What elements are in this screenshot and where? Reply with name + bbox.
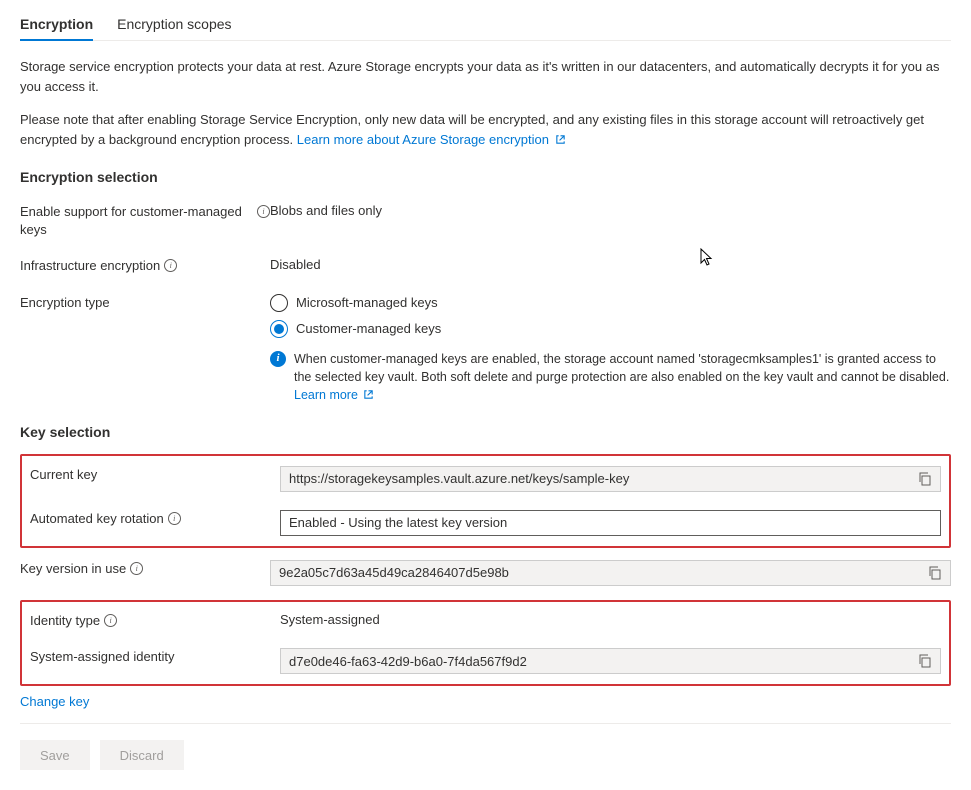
label-cmk-support: Enable support for customer-managed keys	[20, 203, 253, 239]
intro-paragraph-2: Please note that after enabling Storage …	[20, 110, 951, 149]
save-button[interactable]: Save	[20, 740, 90, 770]
row-cmk-support: Enable support for customer-managed keys…	[20, 199, 951, 239]
field-sys-identity: d7e0de46-fa63-42d9-b6a0-7f4da567f9d2	[280, 648, 941, 674]
label-encryption-type: Encryption type	[20, 294, 110, 312]
label-identity-type: Identity type	[30, 612, 100, 630]
row-current-key: Current key https://storagekeysamples.va…	[30, 462, 941, 492]
label-auto-rotation: Automated key rotation	[30, 510, 164, 528]
row-key-version: Key version in use i 9e2a05c7d63a45d49ca…	[20, 556, 951, 586]
row-identity-type: Identity type i System-assigned	[30, 608, 941, 630]
field-key-version: 9e2a05c7d63a45d49ca2846407d5e98b	[270, 560, 951, 586]
field-current-key: https://storagekeysamples.vault.azure.ne…	[280, 466, 941, 492]
label-infra-encryption: Infrastructure encryption	[20, 257, 160, 275]
label-sys-identity: System-assigned identity	[30, 648, 175, 666]
intro-text: Storage service encryption protects your…	[20, 57, 951, 149]
encryption-type-radio-group: Microsoft-managed keys Customer-managed …	[270, 294, 951, 404]
button-row: Save Discard	[20, 740, 951, 770]
info-bubble-icon: i	[270, 351, 286, 367]
section-encryption-selection: Encryption selection	[20, 169, 951, 185]
input-auto-rotation[interactable]	[280, 510, 941, 536]
cmk-info-note: i When customer-managed keys are enabled…	[270, 350, 951, 404]
intro-paragraph-1: Storage service encryption protects your…	[20, 57, 951, 96]
external-link-icon	[555, 134, 566, 145]
radio-customer-managed-keys[interactable]: Customer-managed keys	[270, 320, 951, 338]
label-current-key: Current key	[30, 466, 97, 484]
value-cmk-support: Blobs and files only	[270, 199, 951, 218]
tab-encryption-scopes[interactable]: Encryption scopes	[117, 10, 231, 40]
label-key-version: Key version in use	[20, 560, 126, 578]
row-auto-rotation: Automated key rotation i	[30, 506, 941, 536]
row-infra-encryption: Infrastructure encryption i Disabled	[20, 253, 951, 275]
learn-more-storage-encryption-link[interactable]: Learn more about Azure Storage encryptio…	[297, 132, 566, 147]
learn-more-cmk-link[interactable]: Learn more	[294, 388, 374, 402]
highlight-key-settings: Current key https://storagekeysamples.va…	[20, 454, 951, 548]
change-key-link[interactable]: Change key	[20, 694, 89, 709]
radio-circle-selected-icon	[270, 320, 288, 338]
tab-encryption[interactable]: Encryption	[20, 10, 93, 40]
copy-icon[interactable]	[918, 654, 932, 668]
info-icon[interactable]: i	[257, 205, 270, 218]
info-icon[interactable]: i	[104, 614, 117, 627]
value-identity-type: System-assigned	[280, 608, 941, 627]
info-icon[interactable]: i	[164, 259, 177, 272]
info-icon[interactable]: i	[168, 512, 181, 525]
copy-icon[interactable]	[928, 566, 942, 580]
section-key-selection: Key selection	[20, 424, 951, 440]
discard-button[interactable]: Discard	[100, 740, 184, 770]
radio-circle-icon	[270, 294, 288, 312]
external-link-icon	[363, 389, 374, 400]
radio-microsoft-managed-keys[interactable]: Microsoft-managed keys	[270, 294, 951, 312]
row-sys-identity: System-assigned identity d7e0de46-fa63-4…	[30, 644, 941, 674]
copy-icon[interactable]	[918, 472, 932, 486]
divider	[20, 723, 951, 724]
row-encryption-type: Encryption type Microsoft-managed keys C…	[20, 290, 951, 404]
value-infra-encryption: Disabled	[270, 253, 951, 272]
tabs: Encryption Encryption scopes	[20, 10, 951, 41]
highlight-identity-settings: Identity type i System-assigned System-a…	[20, 600, 951, 686]
info-icon[interactable]: i	[130, 562, 143, 575]
